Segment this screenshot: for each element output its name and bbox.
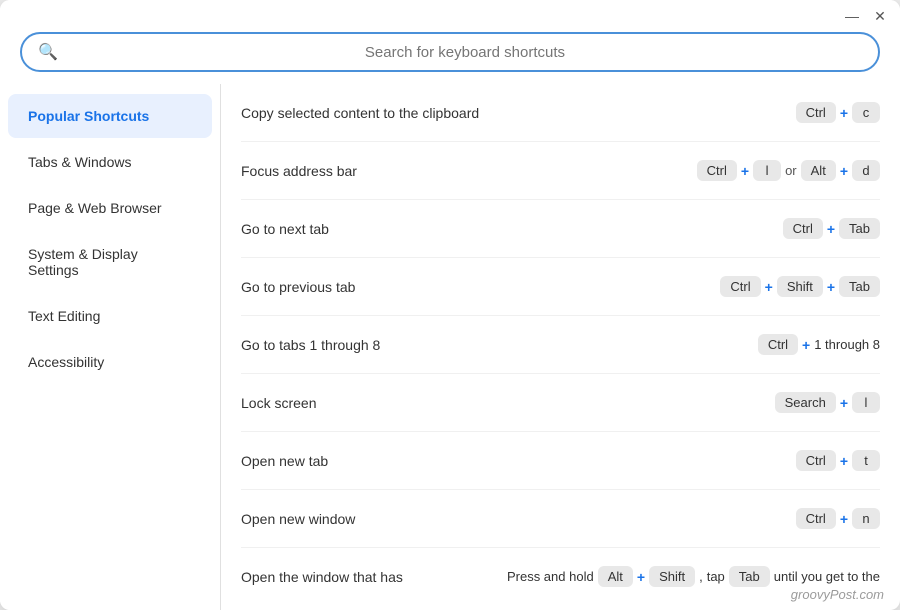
- search-icon: 🔍: [38, 42, 58, 62]
- shortcut-description: Open the window that has: [241, 569, 507, 585]
- key-badge: l: [753, 160, 781, 181]
- shortcut-keys: Ctrl+Shift+Tab: [720, 276, 880, 297]
- search-input[interactable]: [68, 44, 862, 61]
- key-badge: Tab: [729, 566, 770, 587]
- key-badge: Ctrl: [697, 160, 737, 181]
- key-badge: Tab: [839, 276, 880, 297]
- key-badge: Alt: [801, 160, 836, 181]
- shortcut-description: Copy selected content to the clipboard: [241, 105, 796, 121]
- shortcut-row: Open the window that hasPress and hold A…: [241, 548, 880, 605]
- search-area: 🔍: [0, 28, 900, 84]
- shortcut-row: Go to previous tabCtrl+Shift+Tab: [241, 258, 880, 316]
- plus-sign: +: [840, 511, 848, 527]
- shortcut-description: Lock screen: [241, 395, 775, 411]
- shortcut-row: Go to tabs 1 through 8Ctrl+1 through 8: [241, 316, 880, 374]
- shortcut-description: Open new tab: [241, 453, 796, 469]
- shortcut-row: Open new tabCtrl+t: [241, 432, 880, 490]
- keyboard-shortcuts-window: — ✕ 🔍 Popular ShortcutsTabs & WindowsPag…: [0, 0, 900, 610]
- key-badge: Ctrl: [796, 102, 836, 123]
- shortcut-keys: Ctrl+Tab: [783, 218, 880, 239]
- key-badge: Ctrl: [796, 450, 836, 471]
- key-badge: t: [852, 450, 880, 471]
- shortcut-description: Go to next tab: [241, 221, 783, 237]
- sidebar-item-accessibility[interactable]: Accessibility: [8, 340, 212, 384]
- key-badge: Ctrl: [796, 508, 836, 529]
- plus-sign: +: [802, 337, 810, 353]
- close-button[interactable]: ✕: [872, 8, 888, 24]
- shortcut-keys: Ctrl+t: [796, 450, 880, 471]
- title-bar: — ✕: [0, 0, 900, 28]
- shortcut-row: Go to next tabCtrl+Tab: [241, 200, 880, 258]
- sidebar-item-page[interactable]: Page & Web Browser: [8, 186, 212, 230]
- key-badge: Alt: [598, 566, 633, 587]
- key-badge: Shift: [777, 276, 823, 297]
- shortcut-row: Open new windowCtrl+n: [241, 490, 880, 548]
- shortcut-description: Go to tabs 1 through 8: [241, 337, 758, 353]
- key-text: 1 through 8: [814, 337, 880, 352]
- sidebar-item-popular[interactable]: Popular Shortcuts: [8, 94, 212, 138]
- sidebar-item-system[interactable]: System & Display Settings: [8, 232, 212, 292]
- or-separator: or: [785, 163, 797, 178]
- shortcuts-list: Copy selected content to the clipboardCt…: [220, 84, 900, 610]
- watermark: groovyPost.com: [791, 587, 884, 602]
- plus-sign: +: [840, 453, 848, 469]
- key-text2: tap: [707, 569, 725, 584]
- plus-sign: +: [765, 279, 773, 295]
- shortcut-row: Focus address barCtrl+lorAlt+d: [241, 142, 880, 200]
- key-badge: Search: [775, 392, 836, 413]
- shortcut-keys: Ctrl+n: [796, 508, 880, 529]
- shortcut-keys: Search+l: [775, 392, 880, 413]
- shortcut-description: Open new window: [241, 511, 796, 527]
- plus-sign: +: [827, 279, 835, 295]
- keys-prefix: Press and hold: [507, 569, 594, 584]
- sidebar-item-text[interactable]: Text Editing: [8, 294, 212, 338]
- sidebar: Popular ShortcutsTabs & WindowsPage & We…: [0, 84, 220, 610]
- shortcut-description: Go to previous tab: [241, 279, 720, 295]
- key-badge: l: [852, 392, 880, 413]
- search-bar-container[interactable]: 🔍: [20, 32, 880, 72]
- shortcut-row: Copy selected content to the clipboardCt…: [241, 84, 880, 142]
- comma: ,: [699, 569, 703, 584]
- shortcut-keys: Ctrl+c: [796, 102, 880, 123]
- sidebar-item-tabs[interactable]: Tabs & Windows: [8, 140, 212, 184]
- key-badge: Ctrl: [720, 276, 760, 297]
- minimize-button[interactable]: —: [844, 8, 860, 24]
- shortcut-row: Lock screenSearch+l: [241, 374, 880, 432]
- key-text2: until you get to the: [774, 569, 880, 584]
- plus-sign: +: [827, 221, 835, 237]
- key-badge: n: [852, 508, 880, 529]
- key-badge: Ctrl: [783, 218, 823, 239]
- plus-sign: +: [840, 395, 848, 411]
- plus-sign: +: [741, 163, 749, 179]
- shortcut-keys: Ctrl+lorAlt+d: [697, 160, 880, 181]
- plus-sign: +: [637, 569, 645, 585]
- shortcut-description: Focus address bar: [241, 163, 697, 179]
- key-badge: Shift: [649, 566, 695, 587]
- key-badge: Tab: [839, 218, 880, 239]
- key-badge: d: [852, 160, 880, 181]
- plus-sign: +: [840, 163, 848, 179]
- plus-sign: +: [840, 105, 848, 121]
- key-badge: c: [852, 102, 880, 123]
- key-badge: Ctrl: [758, 334, 798, 355]
- shortcut-keys: Press and hold Alt+Shift, tap Tab until …: [507, 566, 880, 587]
- shortcut-keys: Ctrl+1 through 8: [758, 334, 880, 355]
- main-content: Popular ShortcutsTabs & WindowsPage & We…: [0, 84, 900, 610]
